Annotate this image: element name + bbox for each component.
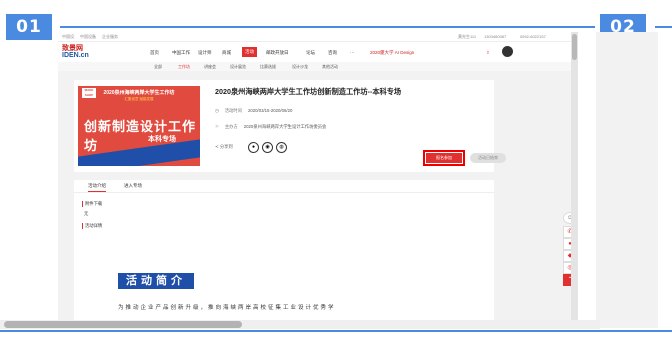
avatar[interactable] <box>502 46 513 57</box>
topbar-phone: 1303460087 <box>484 34 507 39</box>
subnav-exhibition[interactable]: 设计展览 <box>230 64 246 70</box>
browser-viewport: 中国设 中国设备 企业服务 黄先生111 1303460087 0592-602… <box>58 32 578 328</box>
vertical-scrollbar[interactable] <box>571 32 578 326</box>
activity-banner: MAKE SHOP 2020泉州海峡两岸大学生工作坊 汇集创意 赋能发展 创新制… <box>78 86 200 166</box>
nav-forum[interactable]: 论坛 <box>306 50 315 56</box>
banner-line1: 2020泉州海峡两岸大学生工作坊 <box>103 90 175 96</box>
register-button[interactable]: 报名参加 <box>423 150 465 166</box>
topbar-user[interactable]: 黄先生111 <box>458 34 476 40</box>
topbar-link[interactable]: 中国设备 <box>80 34 96 40</box>
weibo-icon[interactable]: ◉ <box>262 142 273 153</box>
topbar-link[interactable]: 企业服务 <box>102 34 118 40</box>
tab-enter-session[interactable]: 进入专场 <box>124 183 142 189</box>
intro-paragraph: 为推动企业产品创新升级，推向海峡两岸高校征集工业设计优秀学 <box>118 305 336 311</box>
nav-news[interactable]: 咨询 <box>328 50 337 56</box>
subnav-competition[interactable]: 比赛选拔 <box>260 64 276 70</box>
activity-card: MAKE SHOP 2020泉州海峡两岸大学生工作坊 汇集创意 赋能发展 创新制… <box>74 80 506 172</box>
share-label: ≺ 分享到 <box>215 144 233 149</box>
next-step-panel <box>596 32 658 328</box>
activity-title: 2020泉州海峡两岸大学生工作坊创新制造工作坊--本科专场 <box>215 87 402 96</box>
activity-content: 附件下载 无 活动详情 活动简介 为推动企业产品创新升级，推向海峡两岸高校征集工… <box>74 193 494 328</box>
guide-line-bottom <box>0 330 672 332</box>
guide-line-top <box>60 26 595 28</box>
nav-mall[interactable]: 商城 <box>222 50 231 56</box>
site-header: 致景网 IDEN.cn 首页 中国工作 设计师 商城 活动 邮政开放日 论坛 咨询… <box>58 42 578 62</box>
activity-time: ◷ 活动时间 2020/03/15-2020/06/20 <box>215 108 293 113</box>
site-topbar: 中国设 中国设备 企业服务 黄先生111 1303460087 0592-602… <box>58 32 578 42</box>
attachment-label: 附件下载 <box>82 201 102 207</box>
nav-ai-design[interactable]: 2020厦大学 AI Design <box>370 50 414 56</box>
clock-icon: ◷ <box>215 108 219 113</box>
activity-ended-button: 活动已结束 <box>470 153 506 163</box>
guide-line-top-right <box>655 26 672 28</box>
banner-line2: 汇集创意 赋能发展 <box>124 97 154 101</box>
activity-subnav: 全部 工作坊 讲座会 设计展览 比赛选拔 设计沙龙 其他活动 <box>58 62 578 71</box>
organizer-icon: ⚐ <box>215 124 219 129</box>
qq-icon[interactable]: ◍ <box>276 142 287 153</box>
topbar-tel: 0592-6022157 <box>520 34 546 39</box>
horizontal-scroll-thumb[interactable] <box>4 321 242 328</box>
horizontal-scrollbar[interactable] <box>0 320 600 329</box>
site-logo[interactable]: 致景网 IDEN.cn <box>62 45 89 59</box>
share-icon: ≺ <box>215 144 219 149</box>
nav-activity[interactable]: 活动 <box>242 47 257 57</box>
topbar-link[interactable]: 中国设 <box>62 34 74 40</box>
activity-organizer: ⚐ 主办方 2020泉州海峡两岸大学生设计工作坊委员会 <box>215 124 327 129</box>
section-title: 活动简介 <box>112 273 194 289</box>
wechat-icon[interactable]: ● <box>248 142 259 153</box>
nav-more[interactable]: ··· <box>350 50 355 55</box>
subnav-workshop[interactable]: 工作坊 <box>178 64 190 70</box>
nav-designer[interactable]: 设计师 <box>198 50 212 56</box>
step-badge-1: 01 <box>6 14 52 40</box>
nav-home[interactable]: 首页 <box>150 50 159 56</box>
subnav-lecture[interactable]: 讲座会 <box>204 64 216 70</box>
nav-open-day[interactable]: 邮政开放日 <box>266 50 289 56</box>
subnav-other[interactable]: 其他活动 <box>322 64 338 70</box>
vertical-scroll-thumb[interactable] <box>572 34 577 60</box>
detail-label: 活动详情 <box>82 223 102 229</box>
activity-tabs: 活动介绍 进入专场 <box>74 180 494 193</box>
attachment-value: 无 <box>84 211 89 216</box>
nav-workshop[interactable]: 中国工作 <box>172 50 190 56</box>
upload-icon[interactable]: ⇪ <box>486 50 490 56</box>
tab-intro[interactable]: 活动介绍 <box>88 183 106 192</box>
subnav-all[interactable]: 全部 <box>154 64 162 70</box>
subnav-salon[interactable]: 设计沙龙 <box>292 64 308 70</box>
